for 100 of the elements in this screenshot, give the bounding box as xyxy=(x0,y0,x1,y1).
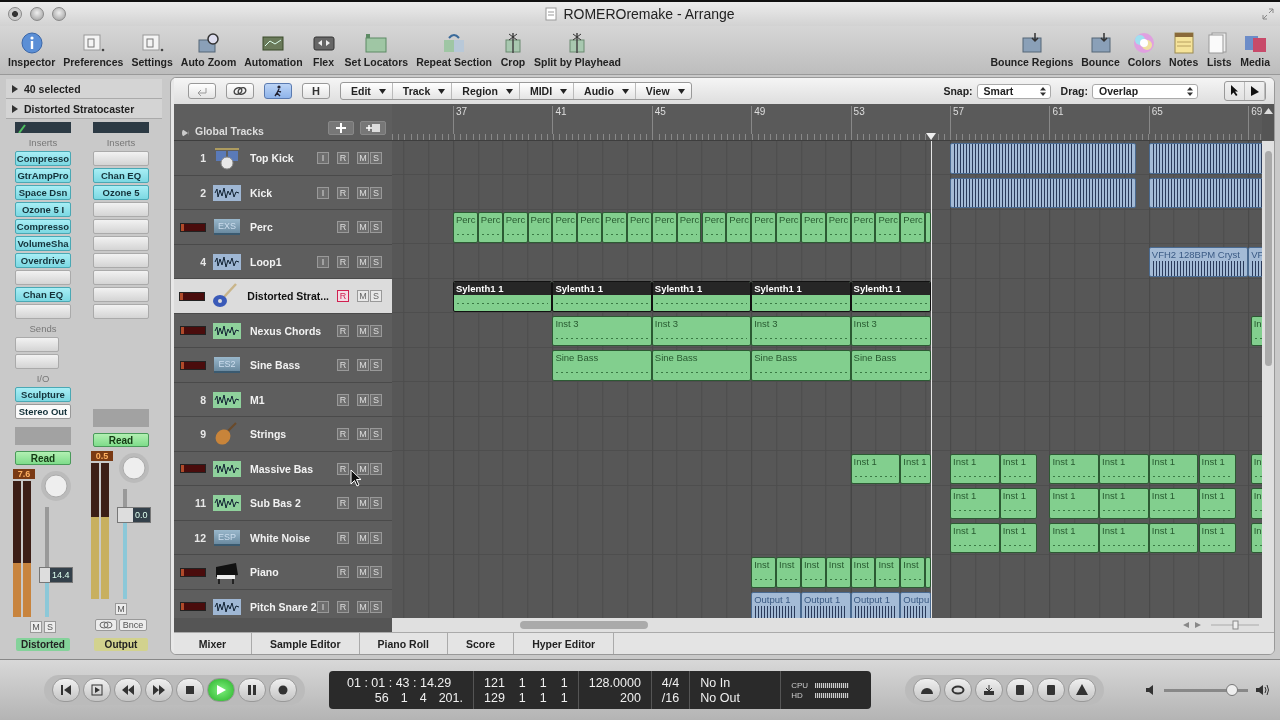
fullscreen-icon[interactable] xyxy=(1262,8,1274,20)
midi-region[interactable]: Perc xyxy=(651,212,677,243)
editor-tab[interactable]: Piano Roll xyxy=(359,633,448,654)
mute-button[interactable]: M xyxy=(357,186,369,199)
midi-region[interactable]: Perc xyxy=(726,212,752,243)
record-enable-button[interactable]: R xyxy=(337,393,349,406)
add-track-button[interactable] xyxy=(328,121,354,136)
track-header[interactable]: 8 M1 R M S xyxy=(174,382,392,418)
audio-region[interactable]: Outpu xyxy=(900,591,932,619)
midi-region[interactable]: Perc xyxy=(850,212,876,243)
midi-region[interactable]: Inst xyxy=(850,557,876,588)
midi-region[interactable]: Inst 1 xyxy=(1049,488,1100,519)
midi-region[interactable]: Sylenth1 1 xyxy=(453,281,553,312)
midi-region[interactable]: Inst 1 xyxy=(1099,453,1149,485)
menu-button[interactable]: Audio xyxy=(574,83,636,100)
mute-button[interactable]: M xyxy=(357,566,369,579)
midi-region[interactable]: Inst 3 xyxy=(651,315,752,347)
midi-region[interactable]: Inst 1 xyxy=(850,453,901,485)
toolbar-button[interactable]: Media xyxy=(1236,26,1274,74)
rewind-button[interactable] xyxy=(114,678,142,702)
solo-button[interactable]: S xyxy=(370,497,382,510)
solo-mode-button[interactable] xyxy=(1006,678,1035,702)
editor-tab[interactable]: Mixer xyxy=(174,633,252,654)
snap-dropdown[interactable]: Smart xyxy=(976,83,1051,99)
midi-region[interactable]: Inst 1 xyxy=(999,453,1037,485)
solo-button[interactable]: S xyxy=(370,393,382,406)
track-header[interactable]: EXS Perc R M S xyxy=(174,210,392,245)
bnce-button[interactable]: Bnce xyxy=(118,619,148,631)
midi-region[interactable] xyxy=(925,557,932,588)
track-header[interactable]: Distorted Strat... R M S xyxy=(174,279,392,314)
track-header[interactable]: 11 Sub Bas 2 R M S xyxy=(174,486,392,521)
midi-region[interactable]: Sylenth1 1 xyxy=(651,281,752,312)
insert-slot[interactable]: Compresso xyxy=(15,219,71,234)
record-enable-button[interactable]: R xyxy=(337,462,349,475)
midi-region[interactable]: Perc xyxy=(602,212,627,243)
minimize-button[interactable] xyxy=(30,7,44,21)
output-slot[interactable]: Stereo Out xyxy=(15,404,71,419)
capture-button[interactable] xyxy=(83,678,111,702)
record-enable-button[interactable]: R xyxy=(337,324,349,337)
midi-region[interactable]: Perc xyxy=(527,212,553,243)
midi-region[interactable]: Sine Bass xyxy=(552,350,652,381)
record-enable-button[interactable]: R xyxy=(337,531,349,544)
track-header[interactable]: Massive Bas R M S xyxy=(174,451,392,487)
replace-button[interactable] xyxy=(975,678,1004,702)
midi-region[interactable]: Inst xyxy=(900,557,926,588)
mute-button[interactable]: M xyxy=(30,621,42,633)
inspector-header[interactable]: Distorted Stratocaster xyxy=(6,99,162,119)
record-enable-button[interactable]: R xyxy=(337,497,349,510)
midi-region[interactable]: Inst 1 xyxy=(950,488,1000,519)
arrange-canvas[interactable] xyxy=(392,141,1262,619)
mute-button[interactable]: M xyxy=(357,600,369,613)
record-enable-button[interactable]: R xyxy=(337,600,349,613)
menu-button[interactable]: Edit xyxy=(341,83,393,100)
solo-button[interactable]: S xyxy=(370,531,382,544)
toolbar-button[interactable]: Colors xyxy=(1123,26,1166,74)
midi-region[interactable]: Perc xyxy=(800,212,826,243)
track-header[interactable]: Piano R M S xyxy=(174,555,392,590)
midi-region[interactable]: Inst 1 xyxy=(999,522,1037,554)
sync-button[interactable] xyxy=(1037,678,1066,702)
solo-button[interactable]: S xyxy=(370,600,382,613)
mute-button[interactable]: M xyxy=(357,290,369,303)
link-button[interactable] xyxy=(94,619,117,631)
insert-slot[interactable]: Space Dsn xyxy=(15,185,71,200)
solo-button[interactable]: S xyxy=(370,152,382,165)
midi-region[interactable]: Inst 1 xyxy=(950,453,1000,485)
forward-button[interactable] xyxy=(145,678,173,702)
midi-region[interactable]: Sine Bass xyxy=(850,350,932,381)
midi-region[interactable]: Perc xyxy=(900,212,926,243)
midi-region[interactable]: Inst 1 xyxy=(1198,488,1236,519)
close-button[interactable] xyxy=(8,7,22,21)
toolbar-button[interactable]: Auto Zoom xyxy=(176,26,241,74)
tuner-button[interactable] xyxy=(913,678,942,702)
mute-button[interactable]: M xyxy=(357,152,369,165)
midi-region[interactable]: Inst 3 xyxy=(751,315,851,347)
midi-region[interactable]: Perc xyxy=(453,212,478,243)
record-enable-button[interactable]: R xyxy=(337,566,349,579)
solo-button[interactable]: S xyxy=(370,221,382,234)
editor-tab[interactable]: Sample Editor xyxy=(252,633,360,654)
solo-button[interactable]: S xyxy=(370,462,382,475)
midi-region[interactable]: Inst xyxy=(875,557,901,588)
automation-mode-button[interactable]: Read xyxy=(93,433,149,447)
midi-region[interactable]: Inst 1 xyxy=(1148,522,1199,554)
midi-region[interactable]: Perc xyxy=(751,212,777,243)
mute-button[interactable]: M xyxy=(357,393,369,406)
volume-fader[interactable]: 14.4 xyxy=(38,507,73,617)
audio-region[interactable]: Output 1 xyxy=(751,591,801,619)
cycle-button[interactable] xyxy=(944,678,973,702)
midi-region[interactable]: Inst xyxy=(776,557,801,588)
horizontal-scrollbar[interactable] xyxy=(392,618,1274,633)
vertical-scrollbar[interactable] xyxy=(1262,141,1274,619)
midi-region[interactable]: In xyxy=(1250,522,1262,554)
menu-button[interactable]: View xyxy=(635,83,691,100)
editor-tab[interactable]: Hyper Editor xyxy=(514,633,615,654)
midi-region[interactable]: In xyxy=(1250,453,1262,485)
midi-region[interactable]: Inst 1 xyxy=(1148,488,1199,519)
midi-region[interactable]: Perc xyxy=(875,212,901,243)
link-button[interactable] xyxy=(226,83,254,100)
record-enable-button[interactable]: R xyxy=(337,186,349,199)
midi-region[interactable]: Inst 1 xyxy=(1049,522,1100,554)
solo-button[interactable]: S xyxy=(370,290,382,303)
